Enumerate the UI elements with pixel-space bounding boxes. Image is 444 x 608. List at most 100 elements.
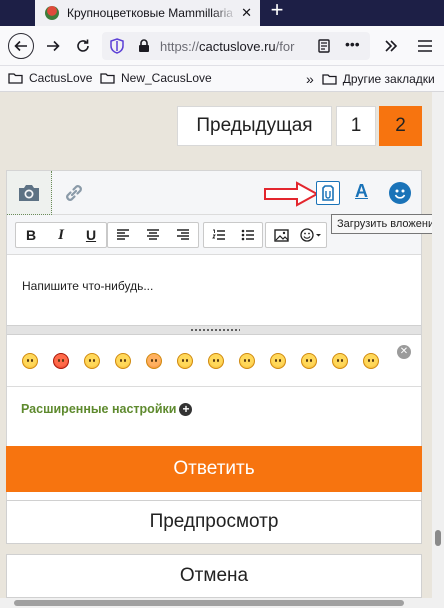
align-right-icon bbox=[177, 229, 189, 240]
camera-icon bbox=[19, 184, 39, 201]
text-format-button[interactable]: A bbox=[355, 181, 377, 205]
image-upload-tab[interactable] bbox=[7, 171, 52, 215]
attachment-icon bbox=[322, 185, 334, 201]
align-left-button[interactable] bbox=[108, 223, 138, 247]
message-placeholder: Напишите что-нибудь... bbox=[22, 279, 154, 293]
insert-smiley-button[interactable] bbox=[296, 223, 326, 247]
url-bar[interactable]: https://cactuslove.ru/for ••• bbox=[102, 32, 370, 60]
font-color-icon: A bbox=[355, 181, 368, 201]
smiley-laugh-icon[interactable] bbox=[270, 353, 286, 369]
smiley-dropdown-icon bbox=[300, 228, 321, 242]
numbered-list-icon bbox=[211, 229, 225, 240]
smiley-angry-icon[interactable] bbox=[53, 353, 69, 369]
editor-top-bar: A bbox=[7, 171, 421, 215]
underline-button[interactable]: U bbox=[76, 223, 106, 247]
tracking-shield-icon bbox=[110, 38, 124, 54]
folder-icon bbox=[8, 73, 23, 84]
numbered-list-button[interactable] bbox=[204, 223, 233, 247]
smilies-panel: ✕ bbox=[7, 335, 421, 387]
vertical-scroll-thumb[interactable] bbox=[435, 530, 441, 546]
advanced-settings-row[interactable]: Расширенные настройки + bbox=[7, 387, 421, 433]
resize-grip-icon bbox=[190, 328, 240, 332]
advanced-settings-label: Расширенные настройки bbox=[21, 402, 177, 416]
smiley-tongue-icon[interactable] bbox=[239, 353, 255, 369]
folder-icon bbox=[100, 73, 115, 84]
red-arrow-annotation bbox=[264, 181, 320, 207]
image-icon bbox=[273, 228, 289, 242]
reload-icon bbox=[77, 39, 89, 52]
new-tab-button[interactable]: + bbox=[266, 0, 288, 22]
bold-button[interactable]: B bbox=[16, 223, 46, 247]
bullet-list-button[interactable] bbox=[233, 223, 262, 247]
tab-close-icon[interactable]: ✕ bbox=[241, 5, 252, 21]
other-bookmarks[interactable]: » Другие закладки bbox=[306, 71, 435, 87]
text-style-group: B I U bbox=[15, 222, 107, 248]
page-1-button[interactable]: 1 bbox=[336, 106, 376, 146]
smiley-neutral-icon[interactable] bbox=[208, 353, 224, 369]
insert-group bbox=[265, 222, 327, 248]
page-content: Предыдущая 1 2 A B I U Напишите что-нибу… bbox=[0, 92, 432, 608]
back-arrow-icon bbox=[14, 40, 27, 52]
attach-files-button[interactable] bbox=[316, 181, 340, 205]
double-chevron-icon bbox=[385, 40, 398, 52]
other-bookmarks-label: Другие закладки bbox=[342, 72, 435, 86]
chevron-right-icon: » bbox=[306, 71, 314, 87]
editor-resize-handle[interactable] bbox=[7, 325, 421, 335]
smiley-cool-icon[interactable] bbox=[332, 353, 348, 369]
submit-reply-button[interactable]: Ответить bbox=[6, 446, 422, 492]
tab-bar: Крупноцветковые Mammillaria ✕ + bbox=[0, 0, 444, 26]
smiley-sad-icon[interactable] bbox=[115, 353, 131, 369]
bullet-list-icon bbox=[241, 229, 254, 241]
advanced-settings-link[interactable]: Расширенные настройки + bbox=[21, 402, 193, 416]
bookmark-label: New_CacusLove bbox=[121, 71, 212, 85]
lock-icon bbox=[139, 39, 149, 52]
vertical-scrollbar[interactable] bbox=[432, 92, 444, 608]
reload-button[interactable] bbox=[70, 33, 96, 59]
align-right-button[interactable] bbox=[168, 223, 198, 247]
page-2-button[interactable]: 2 bbox=[379, 106, 422, 146]
emoji-button[interactable] bbox=[389, 182, 411, 204]
nav-bar: https://cactuslove.ru/for ••• bbox=[0, 26, 444, 66]
list-group bbox=[203, 222, 263, 248]
horizontal-scrollbar[interactable] bbox=[0, 598, 432, 608]
align-center-icon bbox=[147, 229, 159, 240]
close-smilies-icon[interactable]: ✕ bbox=[397, 345, 411, 359]
link-button[interactable] bbox=[62, 181, 86, 210]
smiley-smile-icon[interactable] bbox=[84, 353, 100, 369]
attach-tooltip: Загрузить вложения bbox=[331, 214, 444, 234]
forward-arrow-icon bbox=[47, 40, 60, 52]
smiley-surprised-icon[interactable] bbox=[363, 353, 379, 369]
italic-button[interactable]: I bbox=[46, 223, 76, 247]
smiley-skeptical-icon[interactable] bbox=[177, 353, 193, 369]
tab-title: Крупноцветковые Mammillaria bbox=[67, 6, 233, 20]
align-left-icon bbox=[117, 229, 129, 240]
more-actions-icon[interactable]: ••• bbox=[345, 36, 360, 52]
previous-page-button[interactable]: Предыдущая bbox=[177, 106, 332, 146]
bookmark-label: CactusLove bbox=[29, 71, 93, 85]
insert-image-button[interactable] bbox=[266, 223, 296, 247]
smiley-blush-icon[interactable] bbox=[146, 353, 162, 369]
cactus-favicon-icon bbox=[45, 6, 59, 20]
align-center-button[interactable] bbox=[138, 223, 168, 247]
smile-icon bbox=[394, 189, 406, 199]
forward-button[interactable] bbox=[40, 33, 66, 59]
folder-icon bbox=[322, 74, 337, 85]
reader-view-icon bbox=[318, 39, 330, 53]
url-text: https://cactuslove.ru/for bbox=[160, 39, 295, 54]
browser-tab[interactable]: Крупноцветковые Mammillaria ✕ bbox=[35, 0, 260, 26]
bookmark-cactuslove[interactable]: CactusLove bbox=[8, 71, 92, 85]
bookmarks-bar: CactusLove New_CacusLove » Другие заклад… bbox=[0, 66, 444, 92]
plus-icon: + bbox=[179, 402, 193, 416]
hamburger-icon bbox=[418, 40, 432, 52]
overflow-menu-button[interactable] bbox=[378, 33, 404, 59]
preview-button[interactable]: Предпросмотр bbox=[6, 500, 422, 544]
smiley-wink-icon[interactable] bbox=[22, 353, 38, 369]
horizontal-scroll-thumb[interactable] bbox=[14, 600, 404, 606]
smiley-shocked-icon[interactable] bbox=[301, 353, 317, 369]
app-menu-button[interactable] bbox=[412, 33, 438, 59]
bookmark-new-cacuslove[interactable]: New_CacusLove bbox=[100, 71, 212, 85]
cancel-button[interactable]: Отмена bbox=[6, 554, 422, 598]
back-button[interactable] bbox=[8, 33, 34, 59]
link-icon bbox=[66, 185, 82, 201]
message-textarea[interactable]: Напишите что-нибудь... bbox=[7, 255, 421, 325]
